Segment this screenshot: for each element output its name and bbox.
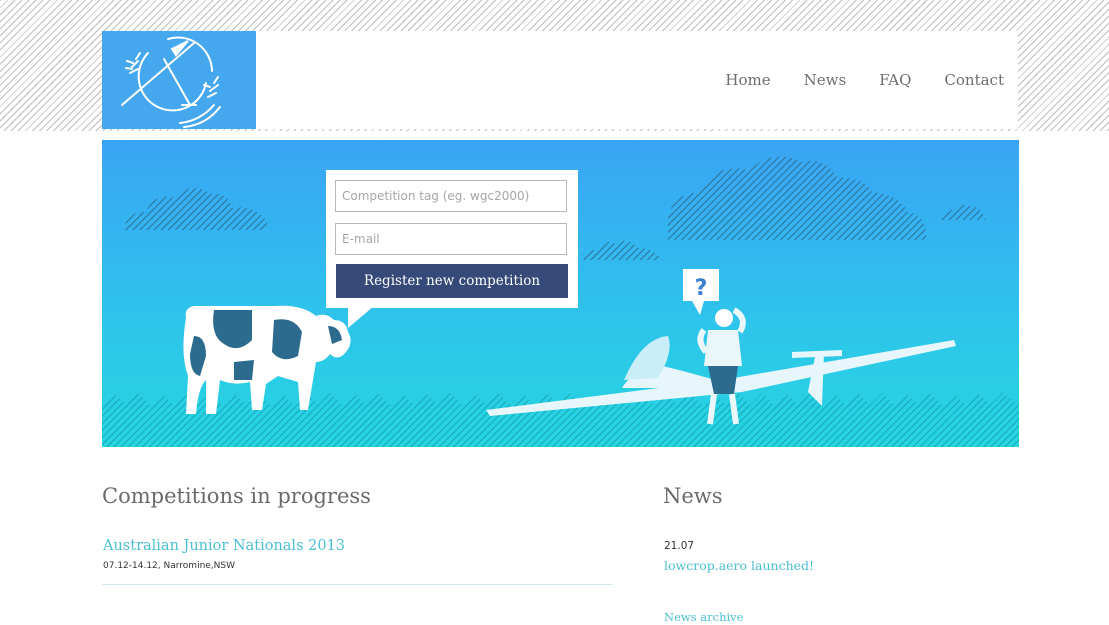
email-input[interactable] — [335, 223, 567, 255]
competition-tag-input[interactable] — [335, 180, 567, 212]
nav-contact-link[interactable]: Contact — [944, 71, 1004, 89]
site-header: Home News FAQ Contact — [102, 31, 1018, 129]
nav-home-link[interactable]: Home — [725, 71, 770, 89]
competitions-heading: Competitions in progress — [102, 484, 371, 508]
news-archive-link[interactable]: News archive — [664, 610, 743, 624]
main-nav: Home News FAQ Contact — [725, 71, 1004, 89]
site-logo[interactable] — [102, 31, 256, 129]
cloud-tiny-icon — [940, 204, 986, 220]
competition-link[interactable]: Australian Junior Nationals 2013 — [103, 538, 345, 554]
question-bubble-icon: ? — [683, 269, 719, 315]
hero-banner: ? Register new competition — [102, 140, 1019, 447]
news-headline-link[interactable]: lowcrop.aero launched! — [664, 558, 814, 573]
news-heading: News — [663, 484, 723, 508]
register-competition-button[interactable]: Register new competition — [336, 264, 568, 298]
glider-wheat-logo-icon — [121, 36, 221, 128]
cloud-right-icon — [668, 156, 927, 240]
cloud-small-icon — [580, 240, 662, 260]
nav-news-link[interactable]: News — [804, 71, 847, 89]
competitions-divider — [102, 584, 612, 585]
register-form: Register new competition — [326, 170, 578, 328]
cloud-left-icon — [124, 187, 268, 230]
nav-faq-link[interactable]: FAQ — [879, 71, 911, 89]
news-date: 21.07 — [664, 540, 695, 552]
svg-text:?: ? — [695, 276, 708, 301]
competition-meta: 07.12-14.12, Narromine,NSW — [103, 561, 236, 571]
